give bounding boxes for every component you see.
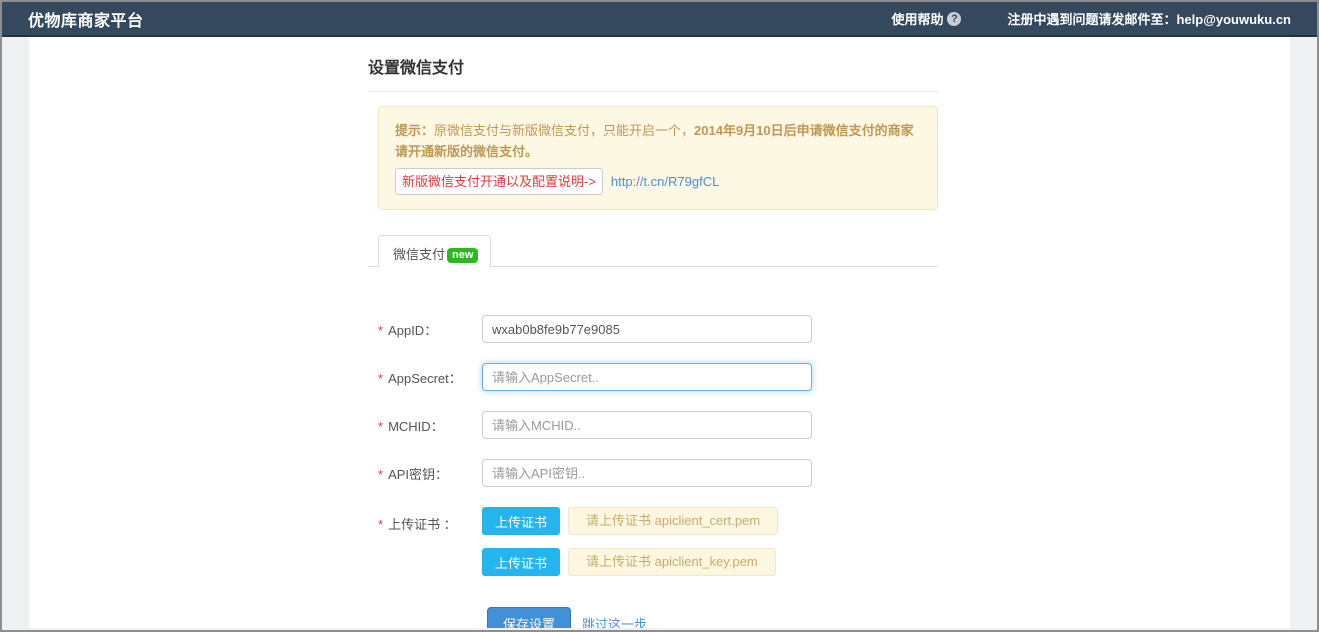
- help-menu-item[interactable]: 使用帮助 ?: [891, 9, 961, 28]
- required-mark: *: [378, 517, 383, 532]
- apikey-input[interactable]: [482, 459, 812, 487]
- top-navbar: 优物库商家平台 使用帮助 ? 注册中遇到问题请发邮件至：help@youwuku…: [2, 2, 1317, 37]
- required-mark: *: [378, 467, 383, 482]
- action-row: 保存设置 跳过这一步: [487, 607, 938, 628]
- form-row-certificates: *上传证书 ： 上传证书 请上传证书 apiclient_cert.pem 上传…: [368, 507, 938, 576]
- contact-note: 注册中遇到问题请发邮件至：help@youwuku.cn: [1007, 9, 1291, 28]
- upload-key-button[interactable]: 上传证书: [482, 548, 560, 576]
- form-row-appsecret: *AppSecret：: [368, 363, 938, 391]
- guide-link[interactable]: http://t.cn/R79gfCL: [611, 171, 719, 192]
- save-settings-button[interactable]: 保存设置: [487, 607, 571, 628]
- upload-cert-line: 上传证书 请上传证书 apiclient_cert.pem: [482, 507, 778, 535]
- upload-label: *上传证书 ：: [378, 514, 482, 533]
- form-row-appid: *AppID：: [368, 315, 938, 343]
- skip-step-link[interactable]: 跳过这一步: [582, 614, 647, 628]
- form-row-mchid: *MCHID：: [368, 411, 938, 439]
- notice-box: 提示：原微信支付与新版微信支付，只能开启一个，2014年9月10日后申请微信支付…: [378, 106, 938, 210]
- upload-cert-button[interactable]: 上传证书: [482, 507, 560, 535]
- upload-key-line: 上传证书 请上传证书 apiclient_key.pem: [482, 548, 778, 576]
- title-divider: [368, 91, 938, 92]
- key-filename-field: 请上传证书 apiclient_key.pem: [568, 548, 776, 576]
- cert-filename-field: 请上传证书 apiclient_cert.pem: [568, 507, 778, 535]
- main-column: 设置微信支付 提示：原微信支付与新版微信支付，只能开启一个，2014年9月10日…: [368, 37, 938, 628]
- page-content: 设置微信支付 提示：原微信支付与新版微信支付，只能开启一个，2014年9月10日…: [29, 37, 1290, 628]
- notice-tip-prefix: 提示：: [395, 123, 434, 138]
- appsecret-input[interactable]: [482, 363, 812, 391]
- page-title: 设置微信支付: [368, 54, 938, 78]
- guide-row: 新版微信支付开通以及配置说明-> http://t.cn/R79gfCL: [395, 168, 921, 195]
- appid-label: *AppID：: [378, 320, 482, 339]
- notice-text: 提示：原微信支付与新版微信支付，只能开启一个，2014年9月10日后申请微信支付…: [395, 120, 921, 163]
- appsecret-label: *AppSecret：: [378, 368, 482, 387]
- new-badge: new: [447, 248, 478, 263]
- tab-wechat-pay[interactable]: 微信支付new: [378, 235, 491, 268]
- tab-label: 微信支付: [393, 247, 445, 262]
- mchid-label: *MCHID：: [378, 416, 482, 435]
- help-label: 使用帮助: [891, 9, 943, 28]
- notice-tip-normal: 原微信支付与新版微信支付，只能开启一个，: [434, 123, 694, 138]
- guide-button[interactable]: 新版微信支付开通以及配置说明->: [395, 168, 603, 195]
- tab-bar: 微信支付new: [368, 234, 938, 267]
- settings-form: *AppID： *AppSecret： *MCHID： *API密钥：: [368, 315, 938, 628]
- apikey-label: *API密钥：: [378, 464, 482, 483]
- required-mark: *: [378, 419, 383, 434]
- required-mark: *: [378, 371, 383, 386]
- upload-stack: 上传证书 请上传证书 apiclient_cert.pem 上传证书 请上传证书…: [482, 507, 778, 576]
- appid-input[interactable]: [482, 315, 812, 343]
- mchid-input[interactable]: [482, 411, 812, 439]
- question-circle-icon: ?: [947, 12, 961, 26]
- navbar-right: 使用帮助 ? 注册中遇到问题请发邮件至：help@youwuku.cn: [891, 9, 1291, 28]
- brand-title: 优物库商家平台: [28, 7, 144, 31]
- required-mark: *: [378, 323, 383, 338]
- form-row-apikey: *API密钥：: [368, 459, 938, 487]
